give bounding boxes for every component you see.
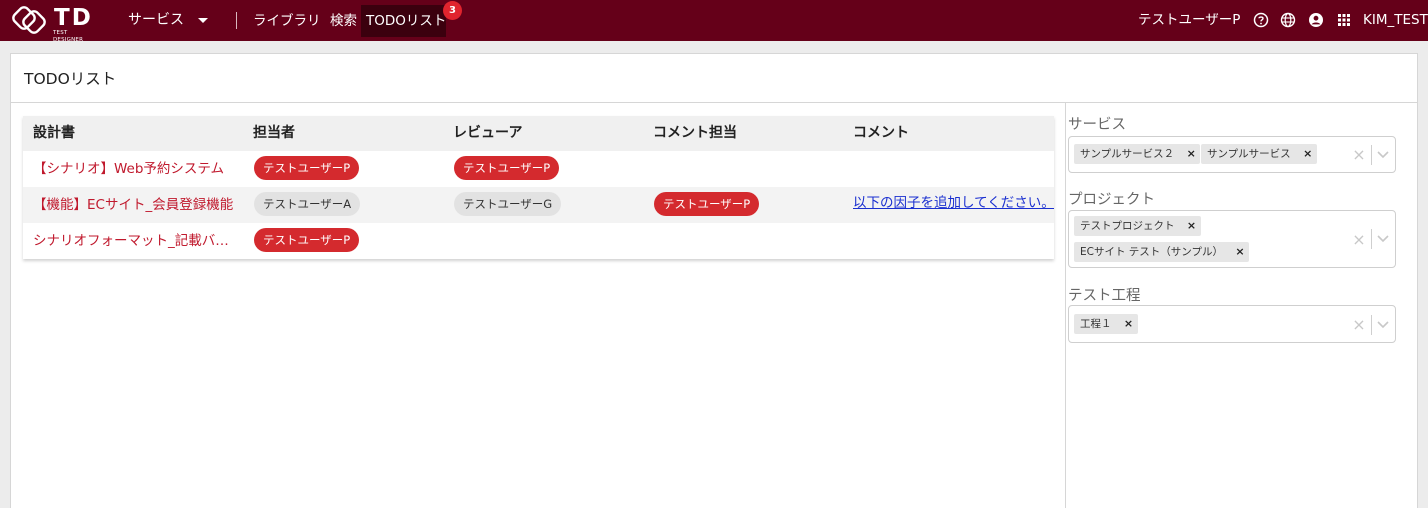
user-name[interactable]: テストユーザーP xyxy=(1138,11,1240,29)
table-header: 設計書 担当者 レビューア コメント担当 コメント xyxy=(23,116,1054,151)
clear-icon[interactable]: × xyxy=(1352,317,1366,333)
nav-todo[interactable]: TODOリスト xyxy=(366,12,446,30)
page-title: TODOリスト xyxy=(24,70,117,88)
select-divider xyxy=(1371,315,1372,335)
remove-tag-icon[interactable]: × xyxy=(1231,242,1249,262)
help-icon[interactable] xyxy=(1253,12,1269,28)
filter-tag: サンプルサービス２ × xyxy=(1074,144,1201,164)
clear-icon[interactable]: × xyxy=(1352,147,1366,163)
remove-tag-icon[interactable]: × xyxy=(1299,144,1317,164)
sidebar-divider xyxy=(1065,103,1066,508)
logo-mark-icon xyxy=(12,6,46,34)
comment-owner-chip: テストユーザーP xyxy=(654,192,760,216)
service-menu-dropdown[interactable]: サービス xyxy=(128,11,208,30)
remove-tag-icon[interactable]: × xyxy=(1183,216,1201,236)
assignee-chip: テストユーザーP xyxy=(254,228,360,252)
filter-tag-label: サンプルサービス２ xyxy=(1080,148,1175,160)
service-filter-select[interactable]: サンプルサービス２ × サンプルサービス × × xyxy=(1068,136,1396,173)
filter-tag-label: テストプロジェクト xyxy=(1080,220,1175,232)
app-logo[interactable]: TD TEST DESIGNER xyxy=(10,3,96,43)
project-filter-select[interactable]: テストプロジェクト × ECサイト テスト（サンプル） × × xyxy=(1068,210,1396,268)
logo-subtitle: TEST DESIGNER xyxy=(53,30,84,43)
filter-tag-label: サンプルサービス xyxy=(1207,148,1291,160)
select-divider xyxy=(1371,145,1372,165)
nav-search[interactable]: 検索 xyxy=(330,12,357,30)
filter-tag: テストプロジェクト × xyxy=(1074,216,1201,236)
document-link[interactable]: シナリオフォーマット_記載バリエーション xyxy=(33,232,238,250)
column-header-assignee[interactable]: 担当者 xyxy=(253,124,295,143)
select-divider xyxy=(1371,229,1372,249)
caret-down-icon xyxy=(198,18,208,23)
chevron-down-icon[interactable] xyxy=(1377,235,1389,243)
comment-link[interactable]: 以下の因子を追加してください。 xyxy=(853,194,1054,212)
top-navbar: TD TEST DESIGNER サービス ライブラリ 検索 TODOリスト 3… xyxy=(0,0,1428,43)
todo-panel: TODOリスト 設計書 担当者 レビューア コメント担当 コメント 【シナリオ】… xyxy=(10,53,1418,508)
todo-count-badge: 3 xyxy=(443,1,462,20)
filter-tag: ECサイト テスト（サンプル） × xyxy=(1074,242,1249,262)
account-name[interactable]: KIM_TEST xyxy=(1363,11,1428,29)
filter-tag: 工程１ × xyxy=(1074,314,1138,334)
assignee-chip: テストユーザーA xyxy=(254,192,361,216)
logo-text: TD xyxy=(54,5,93,31)
filter-label-service: サービス xyxy=(1068,117,1126,133)
column-header-comment[interactable]: コメント xyxy=(853,124,909,143)
table-row[interactable]: シナリオフォーマット_記載バリエーション テストユーザーP xyxy=(23,223,1054,259)
column-header-comment-owner[interactable]: コメント担当 xyxy=(653,124,737,143)
filter-label-phase: テスト工程 xyxy=(1068,288,1141,304)
apps-grid-icon[interactable] xyxy=(1336,12,1352,28)
nav-divider xyxy=(236,12,237,29)
account-icon[interactable] xyxy=(1308,12,1324,28)
chevron-down-icon[interactable] xyxy=(1377,151,1389,159)
globe-icon[interactable] xyxy=(1280,12,1296,28)
filter-label-project: プロジェクト xyxy=(1068,192,1155,208)
document-link[interactable]: 【シナリオ】Web予約システム xyxy=(33,160,238,178)
document-link[interactable]: 【機能】ECサイト_会員登録機能 xyxy=(33,196,238,214)
column-header-reviewer[interactable]: レビューア xyxy=(453,124,522,143)
reviewer-chip: テストユーザーP xyxy=(454,156,560,180)
filter-tag: サンプルサービス × xyxy=(1201,144,1317,164)
column-header-document[interactable]: 設計書 xyxy=(33,124,75,143)
filter-tag-label: 工程１ xyxy=(1080,318,1112,330)
chevron-down-icon[interactable] xyxy=(1377,321,1389,329)
table-row[interactable]: 【シナリオ】Web予約システム テストユーザーP テストユーザーP xyxy=(23,151,1054,187)
table-row[interactable]: 【機能】ECサイト_会員登録機能 テストユーザーA テストユーザーG テストユー… xyxy=(23,187,1054,223)
todo-table: 設計書 担当者 レビューア コメント担当 コメント 【シナリオ】Web予約システ… xyxy=(23,116,1054,259)
service-menu-label: サービス xyxy=(128,12,184,28)
remove-tag-icon[interactable]: × xyxy=(1120,314,1138,334)
clear-icon[interactable]: × xyxy=(1352,232,1366,248)
remove-tag-icon[interactable]: × xyxy=(1182,144,1200,164)
nav-library[interactable]: ライブラリ xyxy=(253,12,321,30)
phase-filter-select[interactable]: 工程１ × × xyxy=(1068,305,1396,343)
assignee-chip: テストユーザーP xyxy=(254,156,360,180)
title-divider xyxy=(11,102,1417,103)
reviewer-chip: テストユーザーG xyxy=(454,192,562,216)
filter-tag-label: ECサイト テスト（サンプル） xyxy=(1080,246,1223,258)
